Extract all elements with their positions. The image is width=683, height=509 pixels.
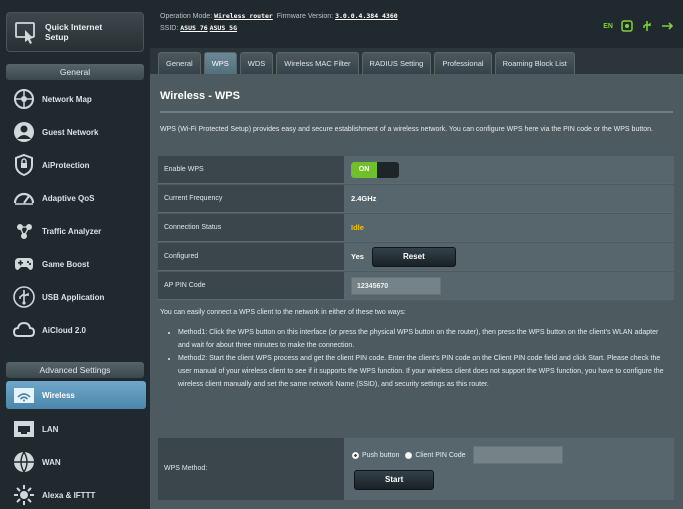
- table-row-wps-method: WPS Method: Push button Client PIN Code …: [158, 438, 674, 500]
- main-panel: Wireless - WPS WPS (Wi-Fi Protected Setu…: [150, 74, 683, 509]
- toggle-on-label: ON: [351, 161, 377, 178]
- title-divider: [160, 111, 673, 113]
- reset-button[interactable]: Reset: [371, 246, 456, 267]
- lan-icon: [14, 421, 34, 437]
- gamepad-icon: [15, 258, 33, 270]
- tab-wireless-mac-filter[interactable]: Wireless MAC Filter: [276, 52, 359, 74]
- client-pin-label: Client PIN Code: [415, 451, 466, 459]
- page-description: WPS (Wi-Fi Protected Setup) provides eas…: [160, 126, 653, 133]
- sidebar-item-traffic-analyzer[interactable]: Traffic Analyzer: [6, 216, 146, 246]
- method2-text: Method2: Start the client WPS process an…: [178, 352, 671, 391]
- sidebar-item-aiprotection[interactable]: AiProtection: [6, 150, 146, 180]
- firmware-version-link[interactable]: 3.0.0.4.384_4360: [335, 12, 398, 20]
- sidebar-item-label: USB Application: [42, 292, 105, 302]
- operation-mode-link[interactable]: Wireless router: [214, 12, 273, 20]
- connection-status-label: Connection Status: [158, 214, 344, 241]
- network-status-icon[interactable]: [661, 20, 673, 32]
- ap-pin-label: AP PIN Code: [158, 272, 344, 299]
- app-icon[interactable]: [621, 20, 633, 32]
- current-frequency-value: 2.4GHz: [351, 194, 377, 203]
- general-section-title: General: [6, 64, 144, 80]
- tab-wds[interactable]: WDS: [239, 52, 274, 74]
- wireless-icon: [14, 388, 34, 403]
- configured-value: Yes: [351, 252, 364, 261]
- page-title: Wireless - WPS: [160, 90, 240, 102]
- push-button-radio[interactable]: [352, 451, 359, 459]
- methods-intro: You can easily connect a WPS client to t…: [160, 309, 406, 316]
- sidebar-item-network-map[interactable]: Network Map: [6, 84, 146, 114]
- sidebar-item-label: AiCloud 2.0: [42, 325, 87, 335]
- usb-icon: [13, 286, 35, 308]
- sidebar-item-label: WAN: [42, 457, 61, 467]
- qos-gauge-icon: [13, 192, 35, 205]
- wps-method-label: WPS Method:: [158, 438, 344, 500]
- wan-globe-icon: [14, 451, 34, 474]
- configured-label: Configured: [158, 243, 344, 270]
- top-status-bar: Operation Mode: Wireless router Firmware…: [150, 0, 683, 48]
- quick-internet-setup-button[interactable]: Quick Internet Setup: [6, 12, 144, 52]
- advanced-settings-section-title: Advanced Settings: [6, 362, 144, 378]
- setup-wizard-icon: [15, 22, 35, 44]
- usb-status-icon[interactable]: [641, 20, 653, 32]
- ssid-line: SSID: ASUS_76 ASUS_5G: [160, 24, 238, 32]
- sidebar-item-label: AiProtection: [42, 160, 90, 170]
- tab-wps[interactable]: WPS: [203, 52, 237, 74]
- ssid-5g-link[interactable]: ASUS_5G: [210, 24, 237, 32]
- push-button-label: Push button: [362, 451, 400, 459]
- client-pin-radio[interactable]: [405, 451, 413, 459]
- tab-general[interactable]: General: [158, 52, 201, 74]
- sidebar-item-wan[interactable]: WAN: [6, 447, 146, 477]
- ap-pin-code-field: 12345670: [351, 276, 441, 295]
- tab-radius-setting[interactable]: RADIUS Setting: [361, 52, 432, 74]
- sidebar-item-label: Alexa & IFTTT: [42, 490, 96, 500]
- wps-methods-info: You can easily connect a WPS client to t…: [160, 306, 671, 391]
- sidebar-item-label: Wireless: [42, 390, 75, 400]
- tab-roaming-block-list[interactable]: Roaming Block List: [494, 52, 575, 74]
- table-row-ap-pin: AP PIN Code 12345670: [158, 272, 674, 300]
- enable-wps-toggle[interactable]: ON: [351, 161, 399, 178]
- traffic-analyzer-icon: [17, 224, 32, 239]
- sidebar-item-lan[interactable]: LAN: [6, 414, 146, 444]
- wps-method-options: Push button Client PIN Code: [352, 446, 563, 464]
- table-row-configured: Configured Yes Reset: [158, 243, 674, 271]
- sidebar-item-alexa-ifttt[interactable]: Alexa & IFTTT: [6, 480, 146, 509]
- method1-text: Method1: Click the WPS button on this in…: [178, 326, 671, 352]
- sidebar-item-aicloud[interactable]: AiCloud 2.0: [6, 315, 146, 345]
- language-selector[interactable]: EN: [603, 23, 613, 30]
- status-icons: EN: [603, 20, 673, 32]
- sidebar-item-wireless[interactable]: Wireless: [6, 381, 146, 409]
- client-pin-input[interactable]: [472, 446, 563, 464]
- tab-professional[interactable]: Professional: [434, 52, 492, 74]
- sidebar: Quick Internet Setup General Network Map…: [0, 0, 150, 509]
- sidebar-item-game-boost[interactable]: Game Boost: [6, 249, 146, 279]
- sidebar-item-label: Guest Network: [42, 127, 99, 137]
- sidebar-item-adaptive-qos[interactable]: Adaptive QoS: [6, 183, 146, 213]
- sidebar-item-label: Traffic Analyzer: [42, 226, 102, 236]
- current-frequency-label: Current Frequency: [158, 185, 344, 212]
- wireless-tabs: General WPS WDS Wireless MAC Filter RADI…: [150, 48, 683, 74]
- sidebar-item-label: Adaptive QoS: [42, 193, 95, 203]
- sidebar-item-usb-application[interactable]: USB Application: [6, 282, 146, 312]
- quick-setup-label: Quick Internet Setup: [45, 22, 103, 42]
- cloud-icon: [12, 321, 36, 337]
- operation-mode-line: Operation Mode: Wireless router Firmware…: [160, 12, 398, 20]
- sidebar-item-label: LAN: [42, 424, 59, 434]
- network-map-icon: [14, 89, 34, 109]
- ssid-2g-link[interactable]: ASUS_76: [180, 24, 207, 32]
- table-row-enable-wps: Enable WPS ON: [158, 156, 674, 184]
- sidebar-item-guest-network[interactable]: Guest Network: [6, 117, 146, 147]
- shield-icon: [15, 153, 33, 177]
- sidebar-item-label: Game Boost: [42, 259, 90, 269]
- start-button[interactable]: Start: [354, 470, 435, 490]
- sidebar-item-label: Network Map: [42, 94, 92, 104]
- table-row-connection-status: Connection Status Idle: [158, 214, 674, 242]
- guest-network-icon: [14, 122, 34, 142]
- connection-status-value: Idle: [351, 223, 364, 232]
- enable-wps-label: Enable WPS: [158, 156, 344, 183]
- table-row-current-frequency: Current Frequency 2.4GHz: [158, 185, 674, 213]
- alexa-icon: [14, 485, 34, 505]
